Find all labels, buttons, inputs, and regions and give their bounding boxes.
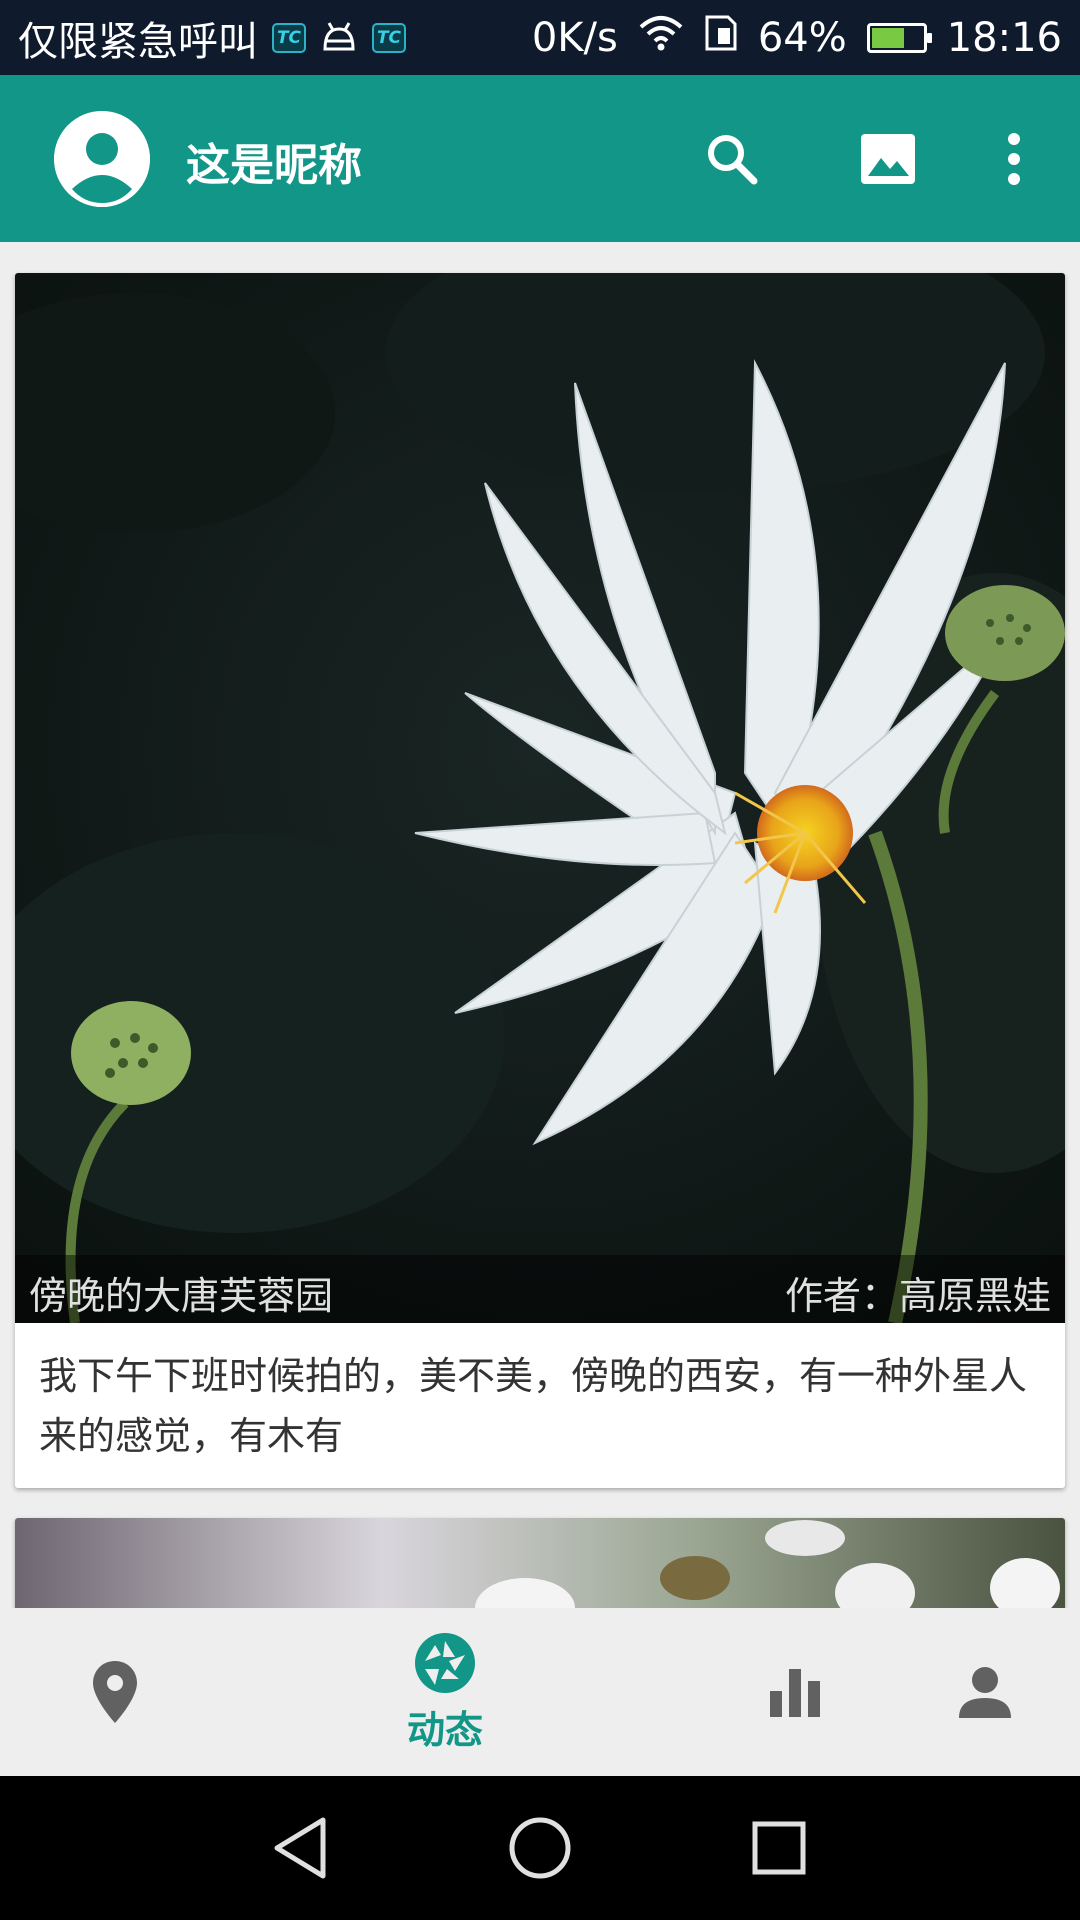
wifi-icon bbox=[638, 15, 684, 61]
battery-percent: 64% bbox=[757, 14, 847, 61]
page-title: 这是昵称 bbox=[186, 140, 362, 191]
person-icon bbox=[959, 1667, 1011, 1718]
android-icon bbox=[320, 19, 358, 57]
post-title: 傍晚的大唐芙蓉园 bbox=[29, 1274, 334, 1318]
nav-item-location[interactable] bbox=[60, 1608, 170, 1776]
post-description: 我下午下班时候拍的，美不美，傍晚的西安，有一种外星人来的感觉，有木有 bbox=[39, 1354, 1028, 1458]
battery-level bbox=[871, 27, 904, 48]
carrier-text: 仅限紧急呼叫 bbox=[18, 18, 258, 65]
nav-label-feed: 动态 bbox=[406, 1707, 483, 1752]
sim-icon bbox=[704, 14, 738, 62]
nav-item-profile[interactable] bbox=[930, 1608, 1040, 1776]
tc-app-icon: TC bbox=[272, 22, 306, 53]
status-bar: 仅限紧急呼叫 TC TC 0K/s 64% 18:16 bbox=[0, 0, 1080, 75]
camera-aperture-icon bbox=[415, 1632, 475, 1693]
image-caption-bar: 傍晚的大唐芙蓉园 作者：高原黑娃 bbox=[15, 1255, 1065, 1323]
bar-chart-icon bbox=[770, 1669, 820, 1717]
bottom-navigation: 动态 bbox=[0, 1608, 1080, 1776]
more-options-icon[interactable] bbox=[982, 127, 1046, 191]
post-author: 作者：高原黑娃 bbox=[784, 1274, 1051, 1318]
status-right: 0K/s 64% 18:16 bbox=[532, 14, 1080, 62]
recents-icon[interactable] bbox=[743, 1812, 815, 1884]
post-card-2[interactable] bbox=[15, 1518, 1065, 1618]
system-navigation-bar bbox=[0, 1776, 1080, 1920]
nav-item-feed[interactable]: 动态 bbox=[385, 1608, 505, 1776]
post-image[interactable] bbox=[15, 273, 1065, 1325]
battery-icon bbox=[866, 22, 932, 53]
post-image-2[interactable] bbox=[15, 1518, 1065, 1618]
location-icon bbox=[93, 1661, 137, 1723]
nav-item-stats[interactable] bbox=[740, 1608, 850, 1776]
network-speed: 0K/s bbox=[531, 14, 618, 61]
clock: 18:16 bbox=[946, 14, 1062, 61]
status-left: 仅限紧急呼叫 TC TC bbox=[0, 9, 406, 67]
avatar[interactable] bbox=[54, 111, 150, 207]
person-icon bbox=[54, 111, 150, 207]
search-icon[interactable] bbox=[700, 127, 764, 191]
tc-app-icon-2: TC bbox=[372, 22, 406, 53]
home-icon[interactable] bbox=[504, 1812, 576, 1884]
image-icon[interactable] bbox=[856, 127, 920, 191]
app-bar: 这是昵称 bbox=[0, 75, 1080, 242]
back-icon[interactable] bbox=[265, 1812, 337, 1884]
post-card[interactable]: 傍晚的大唐芙蓉园 作者：高原黑娃 我下午下班时候拍的，美不美，傍晚的西安，有一种… bbox=[15, 273, 1065, 1488]
